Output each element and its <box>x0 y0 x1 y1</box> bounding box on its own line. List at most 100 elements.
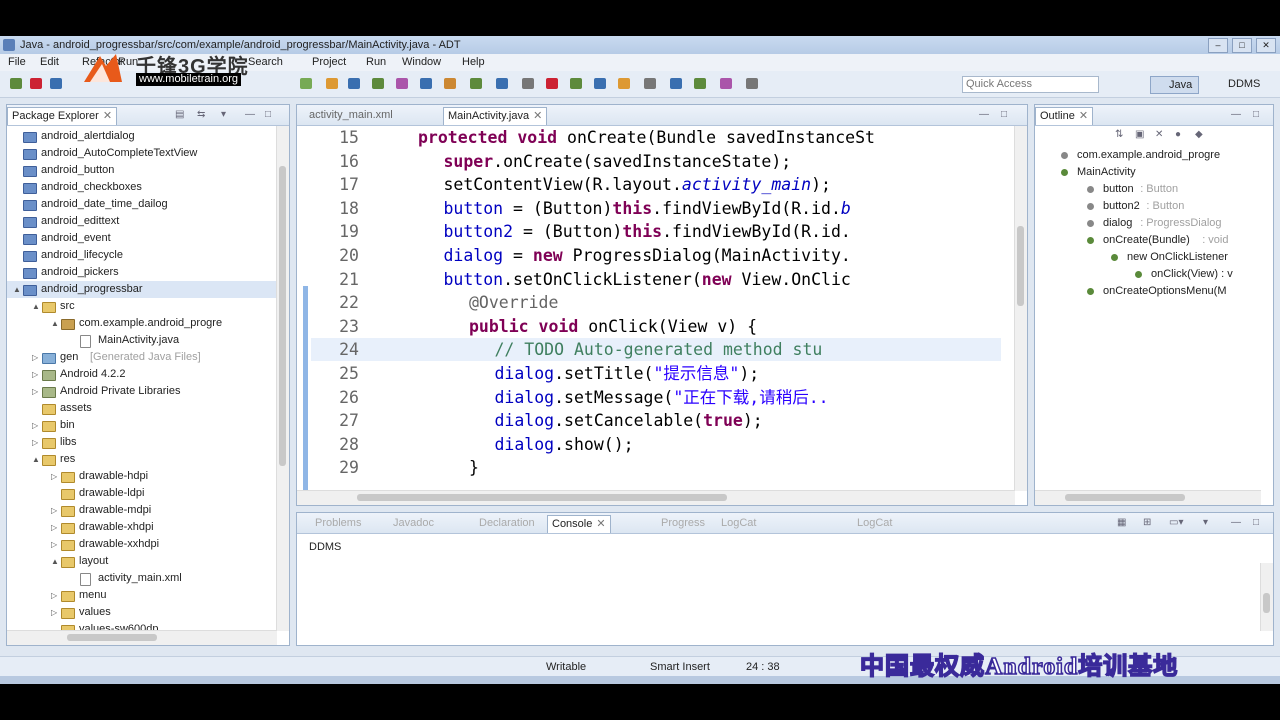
menu-help[interactable]: Help <box>462 54 485 71</box>
toolbar-button-icon[interactable] <box>570 78 582 89</box>
outline-item[interactable]: onClick(View) : v <box>1035 266 1261 283</box>
tree-item[interactable]: android_checkboxes <box>7 179 277 196</box>
tab-logcat[interactable]: LogCat <box>717 515 760 532</box>
package-tree-vscroll[interactable] <box>276 126 289 631</box>
maximize-icon[interactable]: □ <box>265 109 271 120</box>
tree-item[interactable]: ▷ Android Private Libraries <box>7 383 277 400</box>
tab-package-explorer[interactable]: Package Explorer ✕ <box>7 107 118 125</box>
toolbar-button-icon[interactable] <box>372 78 384 89</box>
pin-console-icon[interactable]: ⊞ <box>1143 517 1151 528</box>
tree-item[interactable]: activity_main.xml <box>7 570 277 587</box>
toolbar-button-icon[interactable] <box>522 78 534 89</box>
tree-item[interactable]: drawable-ldpi <box>7 485 277 502</box>
collapse-all-icon[interactable]: ▤ <box>175 109 184 120</box>
toolbar-button-icon[interactable] <box>720 78 732 89</box>
clear-console-icon[interactable]: ▦ <box>1117 517 1126 528</box>
tree-item[interactable]: ▲ com.example.android_progre <box>7 315 277 332</box>
expand-toggle-icon[interactable]: ▲ <box>32 298 40 315</box>
tab-javadoc[interactable]: Javadoc <box>389 515 438 532</box>
expand-toggle-icon[interactable]: ▷ <box>32 417 38 434</box>
toolbar-button-icon[interactable] <box>694 78 706 89</box>
expand-toggle-icon[interactable]: ▷ <box>32 383 38 400</box>
editor-vscroll[interactable] <box>1014 126 1027 491</box>
menu-window[interactable]: Window <box>402 54 441 71</box>
console-vscroll[interactable] <box>1260 563 1273 631</box>
tree-item[interactable]: ▷ gen [Generated Java Files] <box>7 349 277 366</box>
maximize-icon[interactable]: □ <box>1001 109 1007 120</box>
outline-item[interactable]: onCreate(Bundle) : void <box>1035 232 1261 249</box>
outline-item[interactable]: onCreateOptionsMenu(M <box>1035 283 1261 300</box>
tab-progress[interactable]: Progress <box>657 515 709 532</box>
tree-item[interactable]: android_button <box>7 162 277 179</box>
toolbar-button-icon[interactable] <box>420 78 432 89</box>
expand-toggle-icon[interactable]: ▲ <box>51 553 59 570</box>
minimize-icon[interactable]: — <box>1231 517 1241 528</box>
toolbar-button-icon[interactable] <box>300 78 312 89</box>
outline-item[interactable]: new OnClickListener <box>1035 249 1261 266</box>
maximize-icon[interactable]: □ <box>1253 109 1259 120</box>
outline-item[interactable]: button2 : Button <box>1035 198 1261 215</box>
toolbar-button-icon[interactable] <box>594 78 606 89</box>
tree-item[interactable]: ▷ drawable-hdpi <box>7 468 277 485</box>
tree-item[interactable]: ▷ libs <box>7 434 277 451</box>
tree-item[interactable]: android_alertdialog <box>7 128 277 145</box>
tab-outline[interactable]: Outline ✕ <box>1035 107 1094 125</box>
package-tree-hscroll[interactable] <box>7 630 277 645</box>
hide-local-types-icon[interactable]: ◆ <box>1195 129 1203 140</box>
tree-item[interactable]: ▷ values <box>7 604 277 621</box>
maximize-icon[interactable]: □ <box>1253 517 1259 528</box>
expand-toggle-icon[interactable]: ▷ <box>32 366 38 383</box>
toolbar-button-icon[interactable] <box>644 78 656 89</box>
minimize-icon[interactable]: – <box>1208 38 1228 53</box>
toolbar-button-icon[interactable] <box>546 78 558 89</box>
sort-icon[interactable]: ⇅ <box>1115 129 1123 140</box>
menu-run[interactable]: Run <box>366 54 386 71</box>
tree-item[interactable]: android_date_time_dailog <box>7 196 277 213</box>
open-console-icon[interactable]: ▾ <box>1203 517 1208 528</box>
code-editor[interactable]: 15 protected void onCreate(Bundle savedIn… <box>297 126 1015 491</box>
tab-console[interactable]: Console ✕ <box>547 515 611 533</box>
expand-toggle-icon[interactable]: ▲ <box>13 281 21 298</box>
close-icon[interactable]: ✕ <box>1256 38 1276 53</box>
editor-hscroll[interactable] <box>297 490 1015 505</box>
expand-toggle-icon[interactable]: ▷ <box>51 502 57 519</box>
perspective-ddms[interactable]: DDMS <box>1210 76 1260 92</box>
toolbar-button-icon[interactable] <box>348 78 360 89</box>
display-console-icon[interactable]: ▭▾ <box>1169 517 1183 528</box>
close-icon[interactable]: ✕ <box>596 518 605 530</box>
tree-item[interactable]: ▷ drawable-xxhdpi <box>7 536 277 553</box>
expand-toggle-icon[interactable]: ▷ <box>51 604 57 621</box>
tree-item[interactable]: ▲ res <box>7 451 277 468</box>
minimize-icon[interactable]: — <box>979 109 989 120</box>
tree-item[interactable]: ▷ drawable-mdpi <box>7 502 277 519</box>
menu-edit[interactable]: Edit <box>40 54 59 71</box>
tree-item[interactable]: ▷ bin <box>7 417 277 434</box>
expand-toggle-icon[interactable]: ▷ <box>51 519 57 536</box>
toolbar-button-icon[interactable] <box>444 78 456 89</box>
expand-toggle-icon[interactable]: ▷ <box>51 587 57 604</box>
tab-mainactivity-java[interactable]: MainActivity.java ✕ <box>443 107 548 125</box>
tree-item[interactable]: ▲ src <box>7 298 277 315</box>
outline-item[interactable]: MainActivity <box>1035 164 1261 181</box>
view-menu-icon[interactable]: ▾ <box>221 109 226 120</box>
expand-toggle-icon[interactable]: ▷ <box>51 468 57 485</box>
hide-fields-icon[interactable]: ▣ <box>1135 129 1144 140</box>
outline-item[interactable]: button : Button <box>1035 181 1261 198</box>
tree-item[interactable]: ▲ layout <box>7 553 277 570</box>
toolbar-button-icon[interactable] <box>470 78 482 89</box>
hide-nonpublic-icon[interactable]: ● <box>1175 129 1181 140</box>
tree-item[interactable]: android_pickers <box>7 264 277 281</box>
expand-toggle-icon[interactable]: ▲ <box>51 315 59 332</box>
tab-declaration[interactable]: Declaration <box>475 515 539 532</box>
tree-item[interactable]: ▲ android_progressbar <box>7 281 277 298</box>
toolbar-button-icon[interactable] <box>670 78 682 89</box>
maximize-icon[interactable]: □ <box>1232 38 1252 53</box>
quick-access-input[interactable]: Quick Access <box>962 76 1099 93</box>
tab-activity-main-xml[interactable]: activity_main.xml <box>305 107 397 124</box>
toolbar-button-icon[interactable] <box>10 78 22 89</box>
toolbar-button-icon[interactable] <box>50 78 62 89</box>
tree-item[interactable]: ▷ menu <box>7 587 277 604</box>
close-icon[interactable]: ✕ <box>103 110 112 122</box>
tree-item[interactable]: ▷ Android 4.2.2 <box>7 366 277 383</box>
minimize-icon[interactable]: — <box>1231 109 1241 120</box>
